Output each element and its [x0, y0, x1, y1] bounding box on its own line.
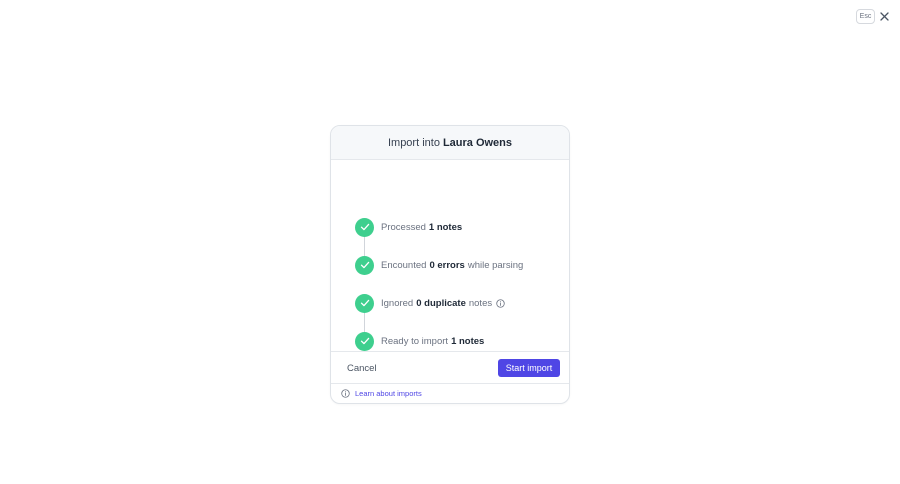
- esc-key-badge[interactable]: Esc: [856, 9, 875, 24]
- check-icon: [355, 331, 374, 351]
- dialog-title-name: Laura Owens: [442, 136, 513, 149]
- step-text-pre: Ignored: [381, 297, 414, 309]
- step-text-post: while parsing: [467, 259, 524, 271]
- check-icon: [355, 255, 374, 275]
- close-icon[interactable]: [878, 10, 891, 23]
- step-text-pre: Ready to import: [381, 335, 449, 347]
- learn-about-imports-label: Learn about imports: [355, 389, 422, 398]
- step-errors: Encounted 0 errors while parsing: [355, 255, 523, 275]
- start-import-button[interactable]: Start import: [498, 359, 560, 377]
- step-text-pre: Processed: [381, 221, 426, 233]
- dialog-header: Import into Laura Owens: [331, 126, 569, 160]
- step-text-bold: 1 notes: [428, 221, 463, 233]
- info-icon: [341, 389, 350, 398]
- step-text-bold: 0 duplicate: [416, 297, 466, 309]
- cancel-button[interactable]: Cancel: [347, 363, 377, 374]
- esc-label: Esc: [859, 13, 872, 20]
- step-connector: [364, 313, 365, 333]
- step-text-bold: 0 errors: [429, 259, 465, 271]
- step-text-pre: Encounted: [381, 259, 427, 271]
- learn-about-imports-link[interactable]: Learn about imports: [341, 389, 422, 398]
- import-steps: Processed 1 notes Encounted 0 errors whi…: [331, 160, 569, 351]
- step-connector: [364, 236, 365, 256]
- step-processed: Processed 1 notes: [355, 217, 462, 237]
- dialog-title-prefix: Import into: [387, 136, 440, 149]
- step-text-post: notes: [468, 297, 493, 309]
- import-dialog: Import into Laura Owens Processed 1 note…: [330, 125, 570, 404]
- check-icon: [355, 217, 374, 237]
- step-duplicates: Ignored 0 duplicate notes: [355, 293, 505, 313]
- check-icon: [355, 293, 374, 313]
- start-import-label: Start import: [505, 363, 553, 373]
- step-ready: Ready to import 1 notes: [355, 331, 484, 351]
- step-text-bold: 1 notes: [451, 335, 485, 347]
- dialog-footer: Cancel Start import: [331, 351, 569, 384]
- info-icon[interactable]: [496, 298, 505, 308]
